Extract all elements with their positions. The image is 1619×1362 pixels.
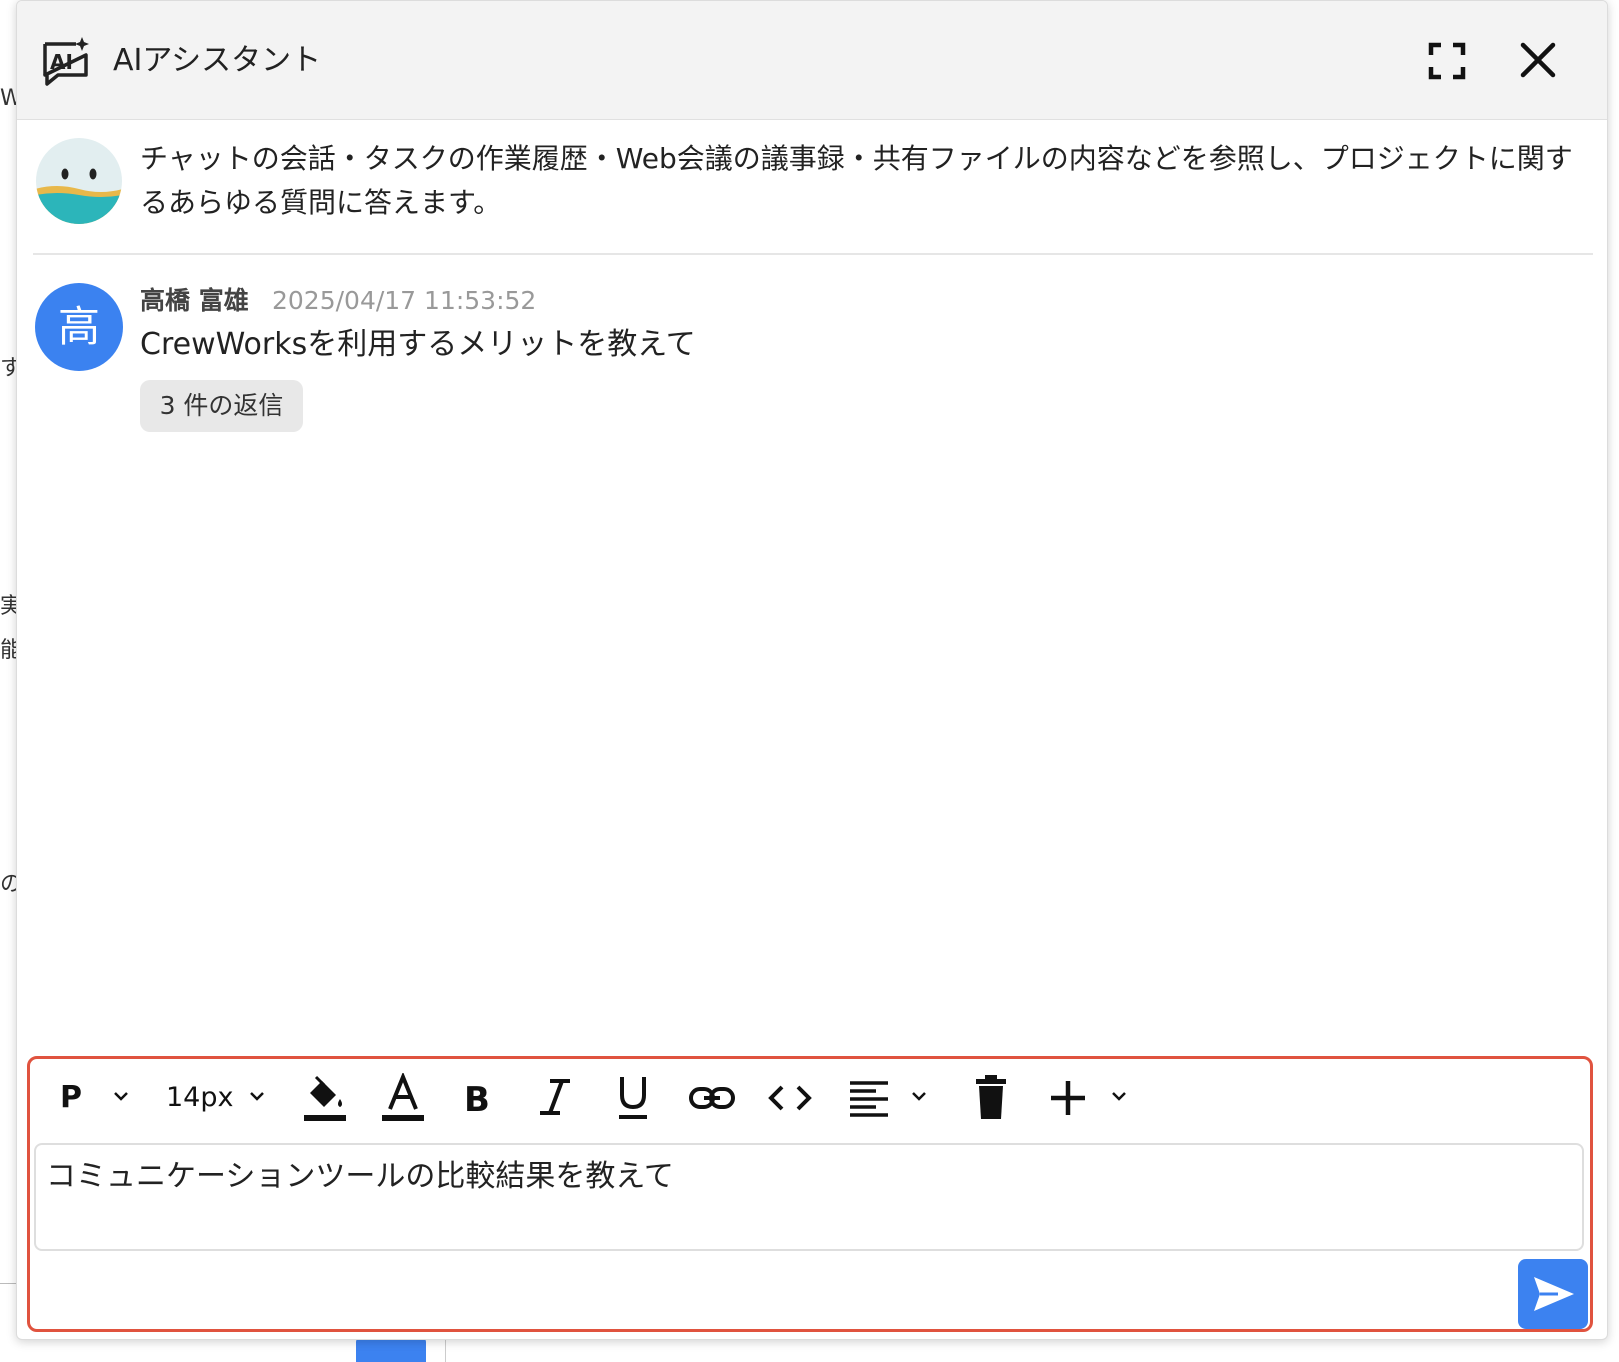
message-composer: P 14px B コミュニケーションツールの比較結果を教えて bbox=[27, 1056, 1593, 1332]
plus-icon bbox=[1051, 1081, 1085, 1115]
close-button[interactable] bbox=[1515, 37, 1561, 83]
text-color-icon bbox=[382, 1073, 424, 1121]
close-icon bbox=[1520, 42, 1556, 78]
message-author: 高橋 富雄 bbox=[140, 286, 249, 315]
assistant-intro: チャットの会話・タスクの作業履歴・Web会議の議事録・共有ファイルの内容などを参… bbox=[17, 119, 1607, 255]
chat-message: 高 高橋 富雄 2025/04/17 11:53:52 CrewWorksを利用… bbox=[17, 271, 1607, 441]
panel-title: AIアシスタント bbox=[113, 43, 322, 78]
bot-avatar bbox=[35, 137, 123, 225]
bold-icon: B bbox=[464, 1080, 490, 1120]
editor-toolbar: P 14px B bbox=[30, 1059, 1590, 1139]
link-button[interactable] bbox=[688, 1073, 736, 1123]
font-size-button[interactable]: 14px bbox=[166, 1073, 233, 1123]
background-divider bbox=[0, 1283, 16, 1284]
align-button[interactable] bbox=[848, 1073, 890, 1123]
fullscreen-icon bbox=[1428, 42, 1466, 80]
avatar: 高 bbox=[35, 283, 123, 371]
svg-text:B: B bbox=[464, 1080, 490, 1120]
fill-color-button[interactable] bbox=[302, 1073, 348, 1123]
text-color-button[interactable] bbox=[380, 1073, 426, 1123]
chevron-down-icon[interactable] bbox=[1110, 1089, 1128, 1103]
paint-bucket-icon bbox=[304, 1075, 346, 1121]
send-button[interactable] bbox=[1518, 1259, 1588, 1329]
panel-header: AI AIアシスタント bbox=[17, 1, 1607, 120]
message-timestamp: 2025/04/17 11:53:52 bbox=[272, 286, 537, 315]
message-body: CrewWorksを利用するメリットを教えて bbox=[140, 327, 696, 362]
insert-button[interactable] bbox=[1048, 1073, 1088, 1123]
italic-icon bbox=[540, 1079, 570, 1115]
trash-icon bbox=[976, 1075, 1006, 1119]
background-app-fragments: W す 実 能 の bbox=[0, 0, 22, 1362]
underline-icon bbox=[619, 1077, 647, 1119]
ai-assistant-panel: AI AIアシスタント チャットの会話・タスクの作業履歴・Web会議の議事録・共… bbox=[16, 0, 1608, 1340]
delete-button[interactable] bbox=[974, 1073, 1008, 1123]
background-divider bbox=[445, 1338, 446, 1362]
align-left-icon bbox=[850, 1081, 888, 1117]
expand-button[interactable] bbox=[1427, 41, 1467, 81]
divider bbox=[33, 253, 1593, 255]
chevron-down-icon[interactable] bbox=[112, 1089, 130, 1103]
underline-button[interactable] bbox=[616, 1073, 650, 1123]
replies-button[interactable]: 3 件の返信 bbox=[140, 380, 303, 432]
ai-assistant-icon: AI bbox=[40, 35, 92, 87]
send-icon bbox=[1534, 1277, 1574, 1311]
paragraph-format-button[interactable]: P bbox=[60, 1073, 82, 1123]
svg-text:AI: AI bbox=[50, 50, 73, 74]
italic-button[interactable] bbox=[538, 1073, 572, 1123]
link-icon bbox=[689, 1087, 735, 1109]
chevron-down-icon[interactable] bbox=[248, 1089, 266, 1103]
code-button[interactable] bbox=[766, 1073, 814, 1123]
message-input[interactable]: コミュニケーションツールの比較結果を教えて bbox=[34, 1143, 1584, 1251]
bold-button[interactable]: B bbox=[462, 1073, 496, 1123]
background-button bbox=[356, 1338, 426, 1362]
code-icon bbox=[768, 1085, 812, 1111]
intro-text: チャットの会話・タスクの作業履歴・Web会議の議事録・共有ファイルの内容などを参… bbox=[140, 142, 1573, 219]
chevron-down-icon[interactable] bbox=[910, 1089, 928, 1103]
